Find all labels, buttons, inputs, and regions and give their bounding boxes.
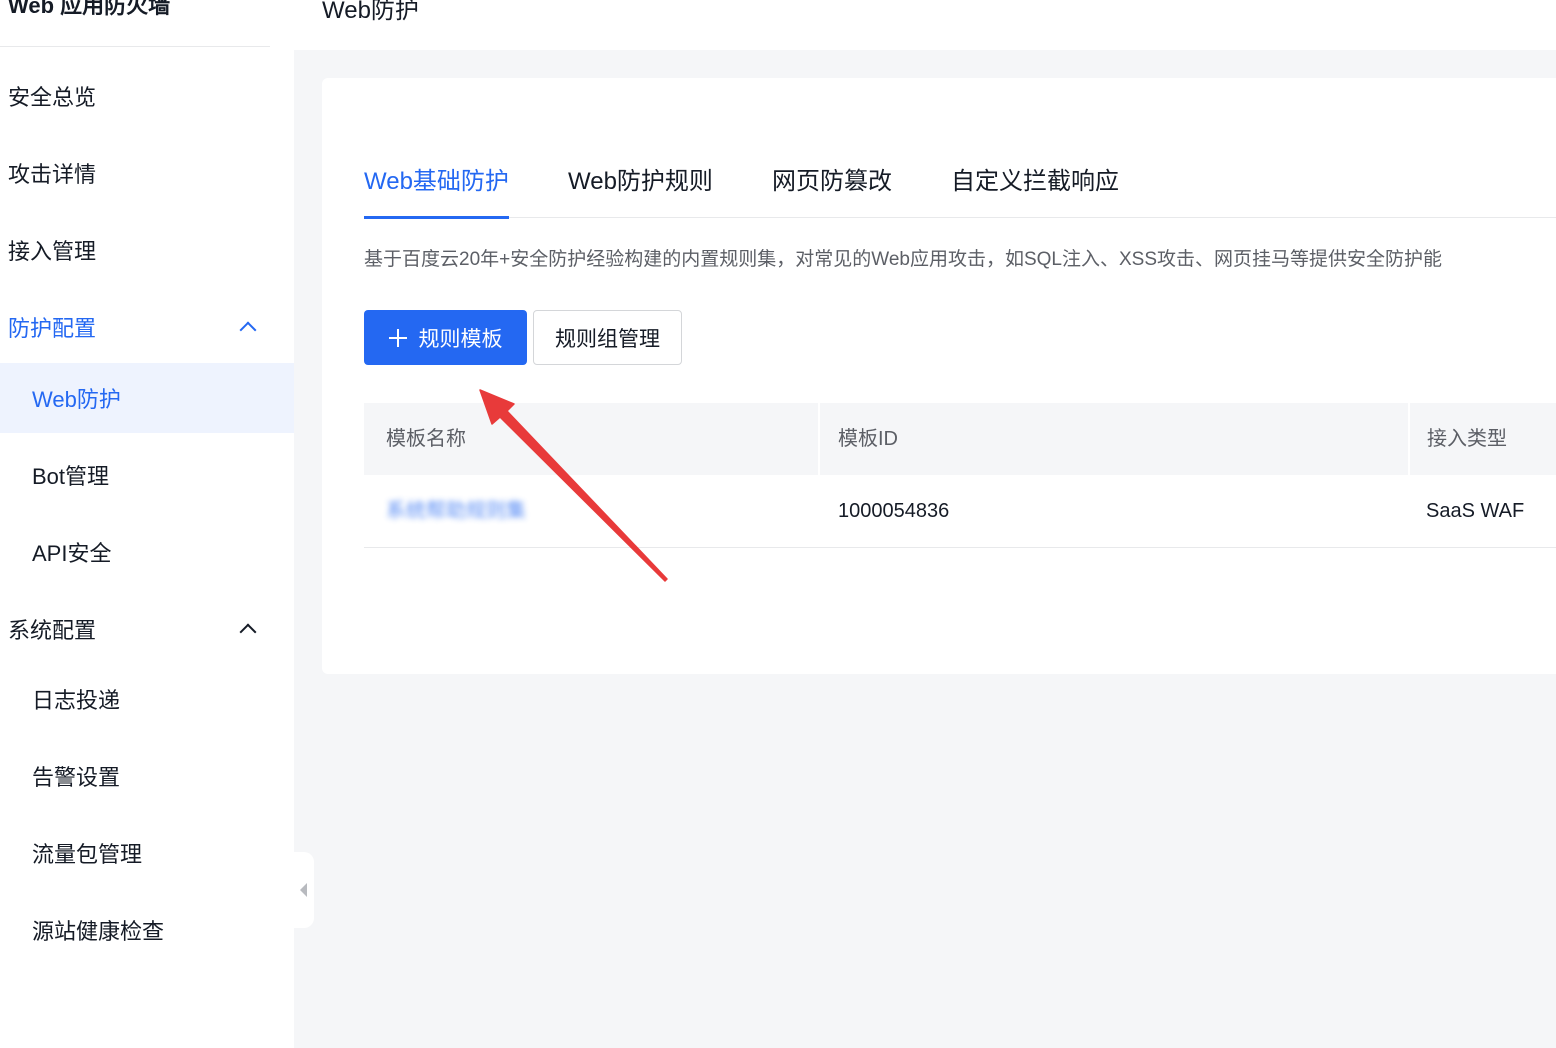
chevron-up-icon (239, 623, 257, 641)
sidebar-divider (0, 46, 270, 47)
chevron-up-icon (239, 321, 257, 339)
app-root: Web 应用防火墙 安全总览 攻击详情 接入管理 防护配置 Web防护 Bot管… (0, 0, 1556, 1048)
tab-custom-block-response[interactable]: 自定义拦截响应 (951, 160, 1119, 218)
sidebar-item-label: 日志投递 (32, 688, 121, 713)
tab-web-basic-protection[interactable]: Web基础防护 (364, 160, 509, 219)
add-rule-template-button[interactable]: 规则模板 (364, 310, 527, 365)
description-text: 基于百度云20年+安全防护经验构建的内置规则集，对常见的Web应用攻击，如SQL… (364, 249, 1442, 270)
add-rule-template-label: 规则模板 (418, 327, 503, 351)
tab-bar: Web基础防护 Web防护规则 网页防篡改 自定义拦截响应 (364, 160, 1556, 219)
table-row: 系统帮助规则集 1000054836 SaaS WAF (364, 475, 1556, 548)
page-title: Web防护 (322, 0, 419, 24)
column-header-template-name: 模板名称 (386, 428, 466, 450)
column-divider (818, 403, 820, 475)
sidebar-item-traffic-package[interactable]: 流量包管理 (0, 818, 294, 888)
tab-web-tamper-protection[interactable]: 网页防篡改 (772, 160, 892, 218)
sidebar-item-log-delivery[interactable]: 日志投递 (0, 664, 294, 734)
sidebar-item-origin-health-check[interactable]: 源站健康检查 (0, 895, 294, 965)
access-type-cell: SaaS WAF (1426, 500, 1525, 522)
sidebar-item-label: API安全 (32, 541, 112, 566)
chevron-left-icon (300, 883, 307, 897)
sidebar-group-system-config[interactable]: 系统配置 (0, 594, 294, 664)
sidebar-item-label: 接入管理 (8, 239, 97, 264)
table-header: 模板名称 模板ID 接入类型 (364, 403, 1556, 475)
plus-icon (388, 328, 407, 347)
tab-web-protection-rules[interactable]: Web防护规则 (568, 160, 713, 218)
sidebar-item-alert-settings[interactable]: 告警设置 (0, 741, 294, 811)
template-name-link[interactable]: 系统帮助规则集 (386, 475, 526, 548)
sidebar: Web 应用防火墙 安全总览 攻击详情 接入管理 防护配置 Web防护 Bot管… (0, 0, 294, 1048)
sidebar-item-access-management[interactable]: 接入管理 (0, 215, 294, 285)
column-header-access-type: 接入类型 (1427, 428, 1507, 450)
sidebar-item-attack-details[interactable]: 攻击详情 (0, 138, 294, 208)
template-table: 模板名称 模板ID 接入类型 系统帮助规则集 1000054836 SaaS W… (364, 403, 1556, 548)
sidebar-item-bot-management[interactable]: Bot管理 (0, 440, 294, 510)
sidebar-item-label: Web防护 (32, 387, 121, 412)
rule-group-management-button[interactable]: 规则组管理 (533, 310, 682, 365)
sidebar-item-api-security[interactable]: API安全 (0, 517, 294, 587)
sidebar-item-label: 源站健康检查 (32, 919, 165, 944)
page-header: Web防护 (294, 0, 1556, 50)
sidebar-item-overview[interactable]: 安全总览 (0, 61, 294, 131)
column-header-template-id: 模板ID (838, 428, 898, 450)
sidebar-collapse-button[interactable] (294, 852, 314, 928)
template-id-cell: 1000054836 (838, 500, 950, 522)
sidebar-item-web-protection[interactable]: Web防护 (0, 363, 294, 433)
sidebar-item-label: 防护配置 (8, 316, 97, 341)
column-divider (1408, 403, 1410, 475)
rule-group-management-label: 规则组管理 (555, 327, 660, 351)
sidebar-item-label: 系统配置 (8, 618, 97, 643)
app-title: Web 应用防火墙 (8, 0, 171, 18)
sidebar-item-label: 流量包管理 (32, 842, 143, 867)
sidebar-item-label: 告警设置 (32, 765, 121, 790)
sidebar-item-label: 攻击详情 (8, 162, 97, 187)
sidebar-group-protection-config[interactable]: 防护配置 (0, 292, 294, 362)
content-card: Web基础防护 Web防护规则 网页防篡改 自定义拦截响应 基于百度云20年+安… (322, 78, 1556, 674)
sidebar-item-label: Bot管理 (32, 464, 110, 489)
sidebar-item-label: 安全总览 (8, 85, 97, 110)
